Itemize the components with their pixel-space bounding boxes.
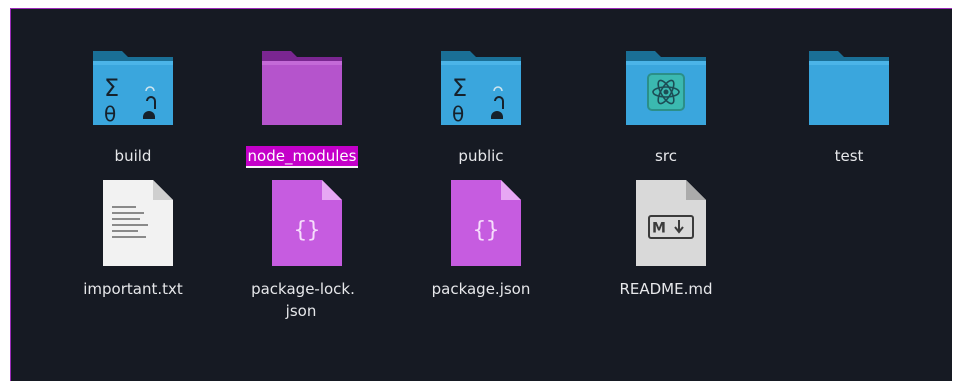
svg-text:Σ: Σ [104, 74, 119, 102]
file-item-public[interactable]: Σ θ public [406, 19, 556, 169]
file-item-readme-md[interactable]: M README.md [591, 152, 741, 302]
file-item-package-lock-json[interactable]: {} package-lock. json [227, 152, 377, 320]
file-item-src[interactable]: src [591, 19, 741, 169]
svg-text:θ: θ [452, 102, 464, 126]
file-label: test [834, 147, 864, 165]
blue-folder-icon [804, 45, 894, 135]
file-label: package-lock. json [251, 280, 355, 320]
svg-text:M: M [652, 221, 666, 237]
build-folder-icon: Σ θ [436, 45, 526, 135]
svg-text:{}: {} [473, 218, 500, 243]
file-item-build[interactable]: Σ θ build [58, 19, 208, 169]
file-label: package.json [431, 280, 531, 298]
svg-text:Σ: Σ [452, 74, 467, 102]
svg-text:θ: θ [104, 102, 116, 126]
purple-folder-icon [257, 45, 347, 135]
file-item-package-json[interactable]: {} package.json [406, 152, 556, 302]
svg-text:{}: {} [294, 218, 321, 243]
text-file-icon [88, 178, 178, 268]
file-label: important.txt [83, 280, 183, 298]
source-folder-icon [621, 45, 711, 135]
file-item-node-modules[interactable]: node_modules [227, 19, 377, 169]
json-file-icon: {} [257, 178, 347, 268]
file-label: README.md [619, 280, 713, 298]
file-item-important-txt[interactable]: important.txt [58, 152, 208, 302]
build-folder-icon: Σ θ [88, 45, 178, 135]
file-manager-window: Σ θ build node_modules Σ θ public src te… [0, 0, 961, 381]
file-item-test[interactable]: test [774, 19, 924, 169]
file-view[interactable]: Σ θ build node_modules Σ θ public src te… [10, 8, 952, 381]
json-file-icon: {} [436, 178, 526, 268]
markdown-file-icon: M [621, 178, 711, 268]
